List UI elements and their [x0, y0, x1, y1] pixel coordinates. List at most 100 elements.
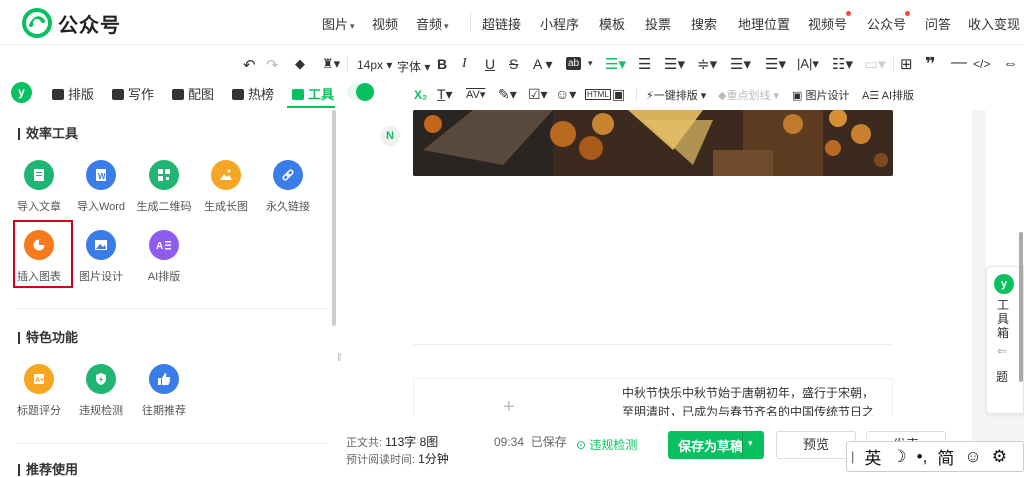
next-label[interactable]: 题 [996, 368, 1008, 385]
layout-icon [52, 89, 64, 100]
menu-official-account[interactable]: 公众号 [867, 14, 906, 33]
list-icon[interactable]: ☷▾ [832, 55, 853, 73]
preview-button[interactable]: 预览 [776, 431, 856, 459]
tool-import-word[interactable]: W 导入Word [71, 160, 131, 214]
article-image[interactable] [413, 110, 893, 176]
chevron-down-icon[interactable]: ▾ [748, 438, 753, 449]
format-painter-icon[interactable]: ◆ [295, 56, 305, 72]
align-center-icon[interactable]: ☰ [638, 55, 651, 73]
char-spacing-icon[interactable]: AV▾ [466, 88, 485, 101]
font-color-icon[interactable]: A ▾ [533, 56, 552, 73]
letter-spacing-icon[interactable]: |A|▾ [797, 56, 819, 72]
gear-icon[interactable]: ⚙ [992, 447, 1007, 467]
paragraph-spacing-icon[interactable]: ☰▾ [730, 55, 751, 73]
menu-qa[interactable]: 问答 [925, 14, 951, 33]
tool-past-recommend[interactable]: 往期推荐 [134, 364, 194, 418]
save-draft-button[interactable]: 保存为草稿 ▾ [668, 431, 764, 459]
font-size-select[interactable]: 14px ▾ [357, 58, 392, 72]
tool-title-score[interactable]: A+ 标题评分 [9, 364, 69, 418]
n-assistant-icon[interactable]: N [380, 126, 400, 146]
font-family-select[interactable]: 字体 ▾ [397, 58, 430, 75]
violation-check-link[interactable]: ⊙ 违规检测 [576, 436, 637, 453]
justify-icon[interactable]: ☰▾ [765, 55, 786, 73]
indent-icon[interactable]: ☰▾ [664, 55, 685, 73]
collapse-arrow-icon[interactable]: ⇐ [997, 344, 1007, 358]
wechat-official-logo-icon[interactable] [22, 8, 52, 38]
menu-miniprogram[interactable]: 小程序 [540, 14, 579, 33]
ime-mode[interactable]: 简 [937, 444, 954, 469]
tab-layout[interactable]: 排版 [52, 84, 94, 103]
toggle-switch[interactable] [347, 83, 375, 101]
code-icon[interactable]: </> [973, 57, 990, 71]
tool-generate-long-image[interactable]: 生成长图 [196, 160, 256, 214]
horizontal-rule-icon[interactable]: — [951, 54, 967, 72]
bold-icon[interactable]: B [437, 56, 447, 72]
check-image-icon[interactable]: ☑▾ [528, 86, 548, 103]
tool-image-design[interactable]: 图片设计 [71, 230, 131, 284]
moon-icon[interactable]: ☽ [891, 447, 906, 467]
tool-permanent-link[interactable]: 永久链接 [258, 160, 318, 214]
toolbar-divider [893, 56, 894, 72]
tab-tools[interactable]: 工具 [292, 84, 334, 103]
align-left-icon[interactable]: ☰▾ [605, 55, 626, 73]
line-height-icon[interactable]: ≑▾ [697, 55, 717, 73]
clear-format-icon[interactable]: ♜▾ [322, 56, 340, 72]
underline-icon[interactable]: U [485, 56, 495, 72]
tab-trending[interactable]: 热榜 [232, 84, 274, 103]
italic-icon[interactable]: I [462, 56, 467, 72]
subscript-icon[interactable]: X₂ [414, 88, 427, 102]
tool-ai-layout[interactable]: A AI排版 [134, 230, 194, 284]
active-tab-indicator [287, 106, 335, 108]
ime-language[interactable]: 英 [864, 444, 881, 469]
menu-location[interactable]: 地理位置 [738, 14, 790, 33]
toolbar-divider [636, 88, 637, 102]
punctuation-icon[interactable]: •, [917, 447, 928, 467]
save-status: 09:34 已保存 [494, 435, 567, 449]
strikethrough-icon[interactable]: S [509, 56, 518, 72]
editor-scrollbar[interactable] [1019, 232, 1023, 382]
redo-icon[interactable]: ↷ [266, 56, 279, 74]
menu-video[interactable]: 视频 [372, 14, 398, 33]
menu-vote[interactable]: 投票 [645, 14, 671, 33]
toolbox-logo-icon[interactable]: y [994, 274, 1014, 294]
menu-hyperlink[interactable]: 超链接 [482, 14, 521, 33]
ai-layout-button[interactable]: A☰ AI排版 [862, 87, 914, 103]
emoji-icon[interactable]: ☺ [964, 447, 981, 467]
html-icon[interactable]: HTML [585, 89, 611, 100]
briefcase-icon[interactable]: ▣ [612, 86, 625, 103]
table-icon[interactable]: ⊞ [900, 55, 913, 73]
yi-logo-icon[interactable]: y [11, 82, 32, 103]
tool-violation-check[interactable]: 违规检测 [71, 364, 131, 418]
tool-import-article[interactable]: 导入文章 [9, 160, 69, 214]
highlight-line-button[interactable]: ◆重点划线 ▾ [718, 87, 779, 103]
toolbox-label: 工具箱 [997, 298, 1010, 340]
tab-images[interactable]: 配图 [172, 84, 214, 103]
menu-monetize[interactable]: 收入变现 [968, 14, 1020, 33]
score-icon: A+ [24, 364, 54, 394]
picture-icon: ▣ [792, 90, 806, 102]
left-panel-scrollbar[interactable] [332, 110, 336, 326]
one-click-layout-button[interactable]: ⚡一键排版 ▾ [646, 87, 706, 103]
ime-handle-icon[interactable]: | [851, 449, 854, 464]
fullscreen-icon[interactable]: ⇔ [1003, 55, 1018, 72]
svg-text:A+: A+ [35, 377, 44, 384]
image-design-button[interactable]: ▣ 图片设计 [792, 87, 849, 103]
background-color-icon[interactable]: ab [566, 57, 582, 70]
text-style-icon[interactable]: T̲▾ [437, 86, 453, 103]
background-color-dropdown-icon[interactable]: ▾ [588, 58, 593, 69]
magic-wand-icon[interactable]: ✎▾ [498, 86, 517, 103]
menu-search[interactable]: 搜索 [691, 14, 717, 33]
divider-style-icon[interactable]: ▭▾ [864, 55, 886, 73]
emoji-icon[interactable]: ☺▾ [555, 86, 576, 103]
resize-handle-icon[interactable]: ‖ [337, 352, 342, 364]
ime-toolbar[interactable]: | 英 ☽ •, 简 ☺ ⚙ [846, 441, 1024, 472]
menu-template[interactable]: 模板 [599, 14, 625, 33]
menu-audio[interactable]: 音频 ▾ [416, 14, 449, 33]
menu-channels[interactable]: 视频号 [808, 14, 847, 33]
undo-icon[interactable]: ↶ [243, 56, 256, 74]
quote-icon[interactable]: ❞ [925, 54, 936, 75]
tab-writing[interactable]: 写作 [112, 84, 154, 103]
tool-generate-qrcode[interactable]: 生成二维码 [134, 160, 194, 214]
bookmark-icon [232, 89, 244, 100]
menu-image[interactable]: 图片 ▾ [322, 14, 355, 33]
